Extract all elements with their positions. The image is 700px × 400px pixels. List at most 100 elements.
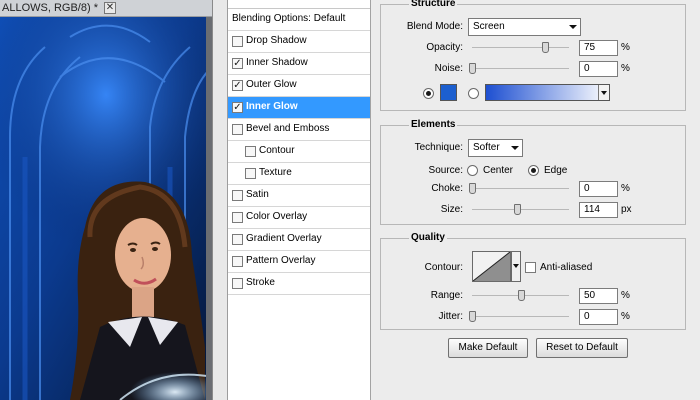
noise-slider-thumb[interactable] (469, 63, 476, 74)
glow-color-swatch[interactable] (440, 84, 457, 101)
texture-label: Texture (259, 167, 292, 178)
chevron-down-icon (601, 91, 607, 95)
pattern-overlay-label: Pattern Overlay (246, 255, 316, 266)
contour-picker[interactable] (472, 251, 511, 282)
glow-gradient-picker[interactable] (485, 84, 610, 101)
gradient-overlay-checkbox[interactable] (232, 234, 243, 245)
style-item-outer-glow[interactable]: ✓ Outer Glow (228, 75, 377, 97)
opacity-unit: % (621, 42, 630, 53)
style-item-gradient-overlay[interactable]: Gradient Overlay (228, 229, 377, 251)
outer-glow-label: Outer Glow (246, 79, 297, 90)
jitter-slider[interactable] (469, 311, 569, 323)
style-item-inner-glow[interactable]: ✓ Inner Glow (228, 97, 377, 119)
stroke-checkbox[interactable] (232, 278, 243, 289)
pattern-overlay-checkbox[interactable] (232, 256, 243, 267)
document-title: ALLOWS, RGB/8) * (2, 2, 98, 14)
choke-slider[interactable] (469, 183, 569, 195)
gradient-overlay-label: Gradient Overlay (246, 233, 322, 244)
drop-shadow-checkbox[interactable] (232, 36, 243, 47)
size-unit: px (621, 204, 632, 215)
style-item-stroke[interactable]: Stroke (228, 273, 377, 295)
bevel-emboss-checkbox[interactable] (232, 124, 243, 135)
jitter-unit: % (621, 311, 630, 322)
anti-aliased-checkbox[interactable] (525, 262, 536, 273)
document-tab[interactable]: ALLOWS, RGB/8) * ✕ (0, 0, 212, 17)
noise-slider[interactable] (469, 63, 569, 75)
texture-checkbox[interactable] (245, 168, 256, 179)
style-list-box: Blending Options: Default Drop Shadow ✓ … (227, 0, 377, 400)
style-item-bevel-emboss[interactable]: Bevel and Emboss (228, 119, 377, 141)
elements-title: Elements (409, 119, 458, 130)
inner-glow-settings: Structure Blend Mode: Screen Opacity: 75… (370, 0, 700, 400)
document-canvas[interactable]: ALLOWS, RGB/8) * ✕ (0, 0, 212, 400)
blend-mode-label: Blend Mode: (406, 21, 463, 32)
source-center-radio[interactable] (467, 165, 478, 176)
solid-color-radio[interactable] (423, 88, 434, 99)
style-item-inner-shadow[interactable]: ✓ Inner Shadow (228, 53, 377, 75)
jitter-label: Jitter: (438, 311, 463, 322)
make-default-button[interactable]: Make Default (448, 338, 528, 358)
bevel-emboss-label: Bevel and Emboss (246, 123, 330, 134)
satin-checkbox[interactable] (232, 190, 243, 201)
noise-label: Noise: (434, 63, 463, 74)
structure-title: Structure (409, 0, 458, 9)
noise-slider-track (472, 68, 569, 69)
size-input[interactable]: 114 (579, 202, 618, 218)
style-item-drop-shadow[interactable]: Drop Shadow (228, 31, 377, 53)
jitter-input[interactable]: 0 (579, 309, 618, 325)
range-input[interactable]: 50 (579, 288, 618, 304)
noise-input[interactable]: 0 (579, 61, 618, 77)
style-item-texture[interactable]: Texture (228, 163, 377, 185)
source-label: Source: (428, 165, 463, 176)
satin-label: Satin (246, 189, 269, 200)
contour-label: Contour: (424, 262, 463, 273)
size-slider[interactable] (472, 204, 569, 216)
anti-aliased-label: Anti-aliased (540, 262, 593, 273)
contour-checkbox[interactable] (245, 146, 256, 157)
opacity-input[interactable]: 75 (579, 40, 618, 56)
range-label: Range: (430, 290, 463, 301)
jitter-slider-thumb[interactable] (469, 311, 476, 322)
blending-options-item[interactable]: Blending Options: Default (228, 9, 377, 31)
technique-select[interactable]: Softer (468, 139, 523, 157)
source-edge-label: Edge (544, 165, 568, 176)
reset-to-default-button[interactable]: Reset to Default (536, 338, 628, 358)
style-item-color-overlay[interactable]: Color Overlay (228, 207, 377, 229)
style-item-contour[interactable]: Contour (228, 141, 377, 163)
contour-dropdown-button[interactable] (511, 251, 521, 282)
opacity-slider-thumb[interactable] (541, 42, 549, 53)
chevron-down-icon (513, 264, 519, 268)
choke-input[interactable]: 0 (579, 181, 618, 197)
source-edge-radio[interactable] (528, 165, 539, 176)
opacity-slider[interactable] (472, 42, 569, 54)
inner-shadow-checkbox[interactable]: ✓ (232, 58, 243, 69)
blend-mode-select[interactable]: Screen (468, 18, 581, 36)
contour-label: Contour (259, 145, 295, 156)
drop-shadow-label: Drop Shadow (246, 35, 307, 46)
noise-unit: % (621, 63, 630, 74)
blend-mode-value: Screen (473, 21, 505, 32)
range-slider-thumb[interactable] (517, 290, 525, 301)
gradient-radio[interactable] (468, 88, 479, 99)
inner-glow-label: Inner Glow (246, 101, 298, 112)
style-item-pattern-overlay[interactable]: Pattern Overlay (228, 251, 377, 273)
size-slider-thumb[interactable] (513, 204, 521, 215)
close-icon[interactable]: ✕ (104, 2, 116, 14)
choke-slider-track (472, 188, 569, 189)
color-overlay-checkbox[interactable] (232, 212, 243, 223)
gradient-dropdown-button[interactable] (598, 85, 609, 100)
style-item-satin[interactable]: Satin (228, 185, 377, 207)
inner-glow-checkbox[interactable]: ✓ (232, 102, 243, 113)
choke-slider-thumb[interactable] (469, 183, 476, 194)
size-label: Size: (440, 204, 463, 215)
blending-options-label: Blending Options: Default (232, 13, 346, 24)
opacity-slider-track (472, 47, 569, 48)
range-slider[interactable] (472, 290, 569, 302)
chevron-down-icon (569, 25, 577, 29)
technique-value: Softer (473, 142, 500, 153)
range-unit: % (621, 290, 630, 301)
quality-title: Quality (409, 232, 447, 243)
outer-glow-checkbox[interactable]: ✓ (232, 80, 243, 91)
contour-preview-icon (473, 252, 510, 281)
photo-image (0, 17, 212, 400)
